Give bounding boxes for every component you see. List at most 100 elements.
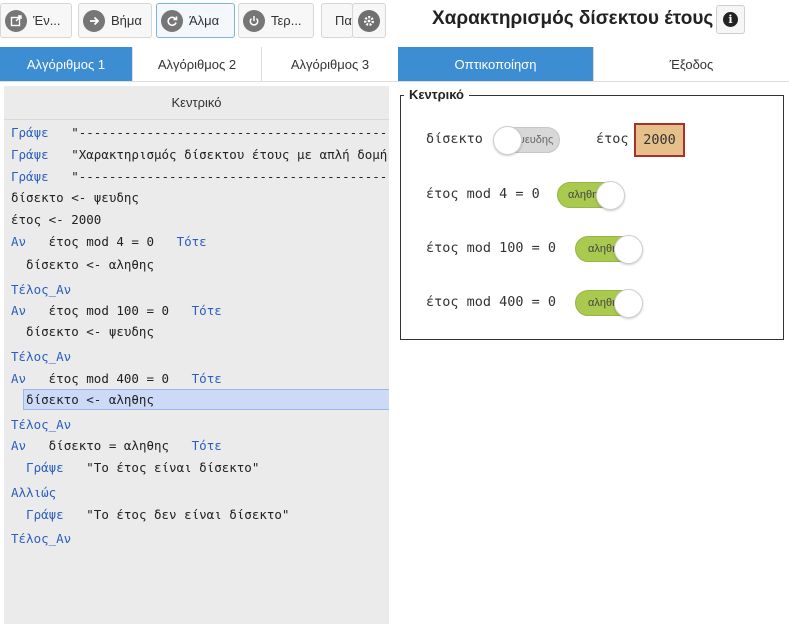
step-button-label: Βήμα [111,13,142,28]
gear-icon [358,9,380,32]
code-line[interactable]: Τέλος_Αν [11,347,71,367]
code-text: δίσεκτο = αληθης [26,438,192,453]
page-title: Χαρακτηρισμός δίσεκτου έτους [432,8,714,29]
jump-button-label: Άλμα [189,13,220,28]
code-line[interactable]: Αν δίσεκτο = αληθης Τότε [11,436,222,456]
code-keyword-then: Τότε [191,303,222,318]
code-text: "Το έτος δεν είναι δίσεκτο" [63,507,290,522]
condition-mod400-toggle-text: αληθης [588,297,617,309]
tab-output[interactable]: Έξοδος [594,47,789,81]
terminate-button[interactable]: Τερ... [238,3,314,38]
export-button-label: Έν... [33,13,61,28]
condition-mod100-toggle[interactable]: αληθης [575,235,643,264]
toggle-knob [493,126,522,155]
toolbar: Έν... Βήμα Άλμα Τερ... Πα [0,0,398,46]
more-button-label: Πα [335,13,352,28]
more-button[interactable]: Πα [321,3,353,38]
code-keyword: Αν [11,303,27,318]
code-line[interactable]: Αν έτος mod 4 = 0 Τότε [11,232,207,252]
redo-icon [161,9,183,32]
condition-mod400-label: έτος mod 400 = 0 [426,294,557,310]
code-text: έτος <- 2000 [11,212,102,227]
code-text: δίσεκτο <- ψευδης [11,324,154,339]
code-keyword: Τέλος_Αν [11,531,72,546]
code-editor[interactable]: Κεντρικό Γράψε "------------------------… [4,86,389,624]
code-line[interactable]: Γράψε "Το έτος είναι δίσεκτο" [11,458,259,478]
condition-mod4-toggle-text: αληθης [568,189,598,201]
code-panel-header: Κεντρικό [4,86,389,120]
code-line[interactable]: Τέλος_Αν [11,415,71,435]
terminate-button-label: Τερ... [271,13,302,28]
code-text: έτος mod 400 = 0 [26,371,192,386]
var-etos-value[interactable]: 2000 [634,123,685,157]
code-keyword: Γράψε [11,507,64,522]
code-line[interactable]: έτος <- 2000 [11,210,101,230]
tab-algorithm-1[interactable]: Αλγόριθμος 1 [0,47,133,81]
code-keyword: Γράψε [11,125,49,140]
code-text: έτος mod 100 = 0 [26,303,192,318]
step-button[interactable]: Βήμα [78,3,152,38]
power-icon [243,9,265,32]
app-window: Έν... Βήμα Άλμα Τερ... Πα Χαρακτηρισμός … [0,0,789,624]
export-button[interactable]: Έν... [0,3,72,38]
jump-button[interactable]: Άλμα [156,3,235,38]
code-line[interactable]: δίσεκτο <- ψευδης [11,322,154,342]
code-line[interactable]: Γράψε "Χαρακτηρισμός δίσεκτου έτους με α… [11,145,387,165]
code-keyword: Αν [11,438,27,453]
code-text: "Το έτος είναι δίσεκτο" [63,460,260,475]
code-keyword-then: Τότε [191,438,222,453]
code-line[interactable]: Γράψε "---------------------------------… [11,167,389,187]
var-disekto-toggle-text: ψευδης [517,134,554,146]
code-keyword: Γράψε [11,169,49,184]
algorithm-tabs: Αλγόριθμος 1 Αλγόριθμος 2 Αλγόριθμος 3 [0,47,398,82]
code-keyword: Αν [11,371,27,386]
code-keyword: Τέλος_Αν [11,417,72,432]
code-line[interactable]: Αλλιώς [11,483,56,503]
settings-button[interactable] [352,3,386,38]
code-line[interactable]: Τέλος_Αν [11,529,71,549]
toggle-knob [596,181,625,210]
var-disekto-toggle[interactable]: ψευδης [493,126,560,155]
toggle-knob [614,235,643,264]
code-keyword: Γράψε [11,460,64,475]
condition-mod100-label: έτος mod 100 = 0 [426,240,557,256]
code-text: δίσεκτο <- αληθης [11,392,154,407]
code-line[interactable]: Γράψε "---------------------------------… [11,123,389,143]
code-line[interactable]: δίσεκτο <- ψευδης [11,188,139,208]
code-text: "---------------------------------------… [71,169,389,184]
code-keyword: Αλλιώς [11,485,57,500]
info-icon: i [723,12,738,27]
code-text: δίσεκτο <- ψευδης [11,190,139,205]
tab-visualization[interactable]: Οπτικοποίηση [398,47,594,81]
code-keyword: Τέλος_Αν [11,349,72,364]
code-text: "Χαρακτηρισμός δίσεκτου έτους με απλή δο… [48,147,388,162]
condition-mod100-toggle-text: αληθης [588,243,617,255]
code-keyword-then: Τότε [191,371,222,386]
code-keyword-then: Τότε [176,234,207,249]
code-line[interactable]: δίσεκτο <- αληθης [11,390,154,410]
code-text: "---------------------------------------… [71,125,389,140]
code-text: δίσεκτο <- αληθης [11,257,154,272]
code-text: έτος mod 4 = 0 [26,234,177,249]
arrow-right-icon [83,9,105,32]
condition-mod400-toggle[interactable]: αληθης [575,289,643,318]
export-icon [5,9,27,32]
output-tabs: Οπτικοποίηση Έξοδος [398,47,789,82]
code-line[interactable]: δίσεκτο <- αληθης [11,255,154,275]
var-etos-label: έτος [596,131,629,147]
code-line[interactable]: Αν έτος mod 100 = 0 Τότε [11,301,222,321]
code-line[interactable]: Γράψε "Το έτος δεν είναι δίσεκτο" [11,505,289,525]
toggle-knob [614,289,643,318]
info-button[interactable]: i [716,5,745,34]
tab-algorithm-3[interactable]: Αλγόριθμος 3 [262,47,398,81]
code-keyword: Γράψε [11,147,49,162]
var-disekto-label: δίσεκτο [426,131,483,147]
condition-mod4-label: έτος mod 4 = 0 [426,186,540,202]
code-keyword: Τέλος_Αν [11,282,72,297]
tab-algorithm-2[interactable]: Αλγόριθμος 2 [133,47,262,81]
code-keyword: Αν [11,234,27,249]
code-line[interactable]: Τέλος_Αν [11,280,71,300]
visualization-legend: Κεντρικό [404,87,470,102]
condition-mod4-toggle[interactable]: αληθης [557,181,625,210]
code-line[interactable]: Αν έτος mod 400 = 0 Τότε [11,369,222,389]
